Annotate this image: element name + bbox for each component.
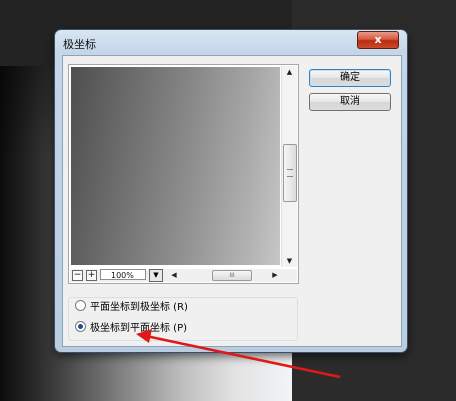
preview-image[interactable] xyxy=(71,67,280,265)
radio-rect-to-polar[interactable] xyxy=(75,300,86,311)
scroll-up-icon[interactable]: ▲ xyxy=(282,66,297,78)
preview-panel: ▲ ▼ − + 100% ▼ ◀ III ▶ xyxy=(68,64,299,284)
zoom-level-field[interactable]: 100% xyxy=(100,269,146,280)
close-icon: x xyxy=(374,33,382,46)
polar-coordinates-dialog: 极坐标 x ▲ ▼ − + 100% ▼ ◀ III ▶ 确定 取消 平面坐标到… xyxy=(55,30,407,352)
horizontal-scrollbar[interactable]: ◀ III ▶ xyxy=(168,269,281,281)
horizontal-scroll-thumb[interactable]: III xyxy=(212,270,252,281)
scroll-left-icon[interactable]: ◀ xyxy=(168,269,180,281)
option-rect-to-polar[interactable]: 平面坐标到极坐标 (R) xyxy=(75,300,188,314)
zoom-out-button[interactable]: − xyxy=(72,270,83,281)
radio-polar-to-rect[interactable] xyxy=(75,321,86,332)
vertical-scroll-thumb[interactable] xyxy=(283,144,297,202)
vertical-scrollbar[interactable]: ▲ ▼ xyxy=(281,66,297,267)
title-bar[interactable]: 极坐标 x xyxy=(55,30,407,54)
option-label: 极坐标到平面坐标 (P) xyxy=(90,323,188,334)
conversion-options: 平面坐标到极坐标 (R) 极坐标到平面坐标 (P) xyxy=(68,297,298,341)
zoom-in-button[interactable]: + xyxy=(86,270,97,281)
dialog-body: ▲ ▼ − + 100% ▼ ◀ III ▶ 确定 取消 平面坐标到极坐标 (R… xyxy=(62,55,402,347)
option-polar-to-rect[interactable]: 极坐标到平面坐标 (P) xyxy=(75,321,187,335)
scroll-right-icon[interactable]: ▶ xyxy=(269,269,281,281)
scroll-down-icon[interactable]: ▼ xyxy=(282,255,297,267)
preview-toolbar: − + 100% ▼ ◀ III ▶ xyxy=(70,269,297,282)
dialog-title: 极坐标 xyxy=(63,38,96,51)
ok-button[interactable]: 确定 xyxy=(309,69,391,87)
chevron-down-icon[interactable]: ▼ xyxy=(149,269,163,282)
cancel-button[interactable]: 取消 xyxy=(309,93,391,111)
close-button[interactable]: x xyxy=(357,31,399,49)
option-label: 平面坐标到极坐标 (R) xyxy=(90,302,188,313)
